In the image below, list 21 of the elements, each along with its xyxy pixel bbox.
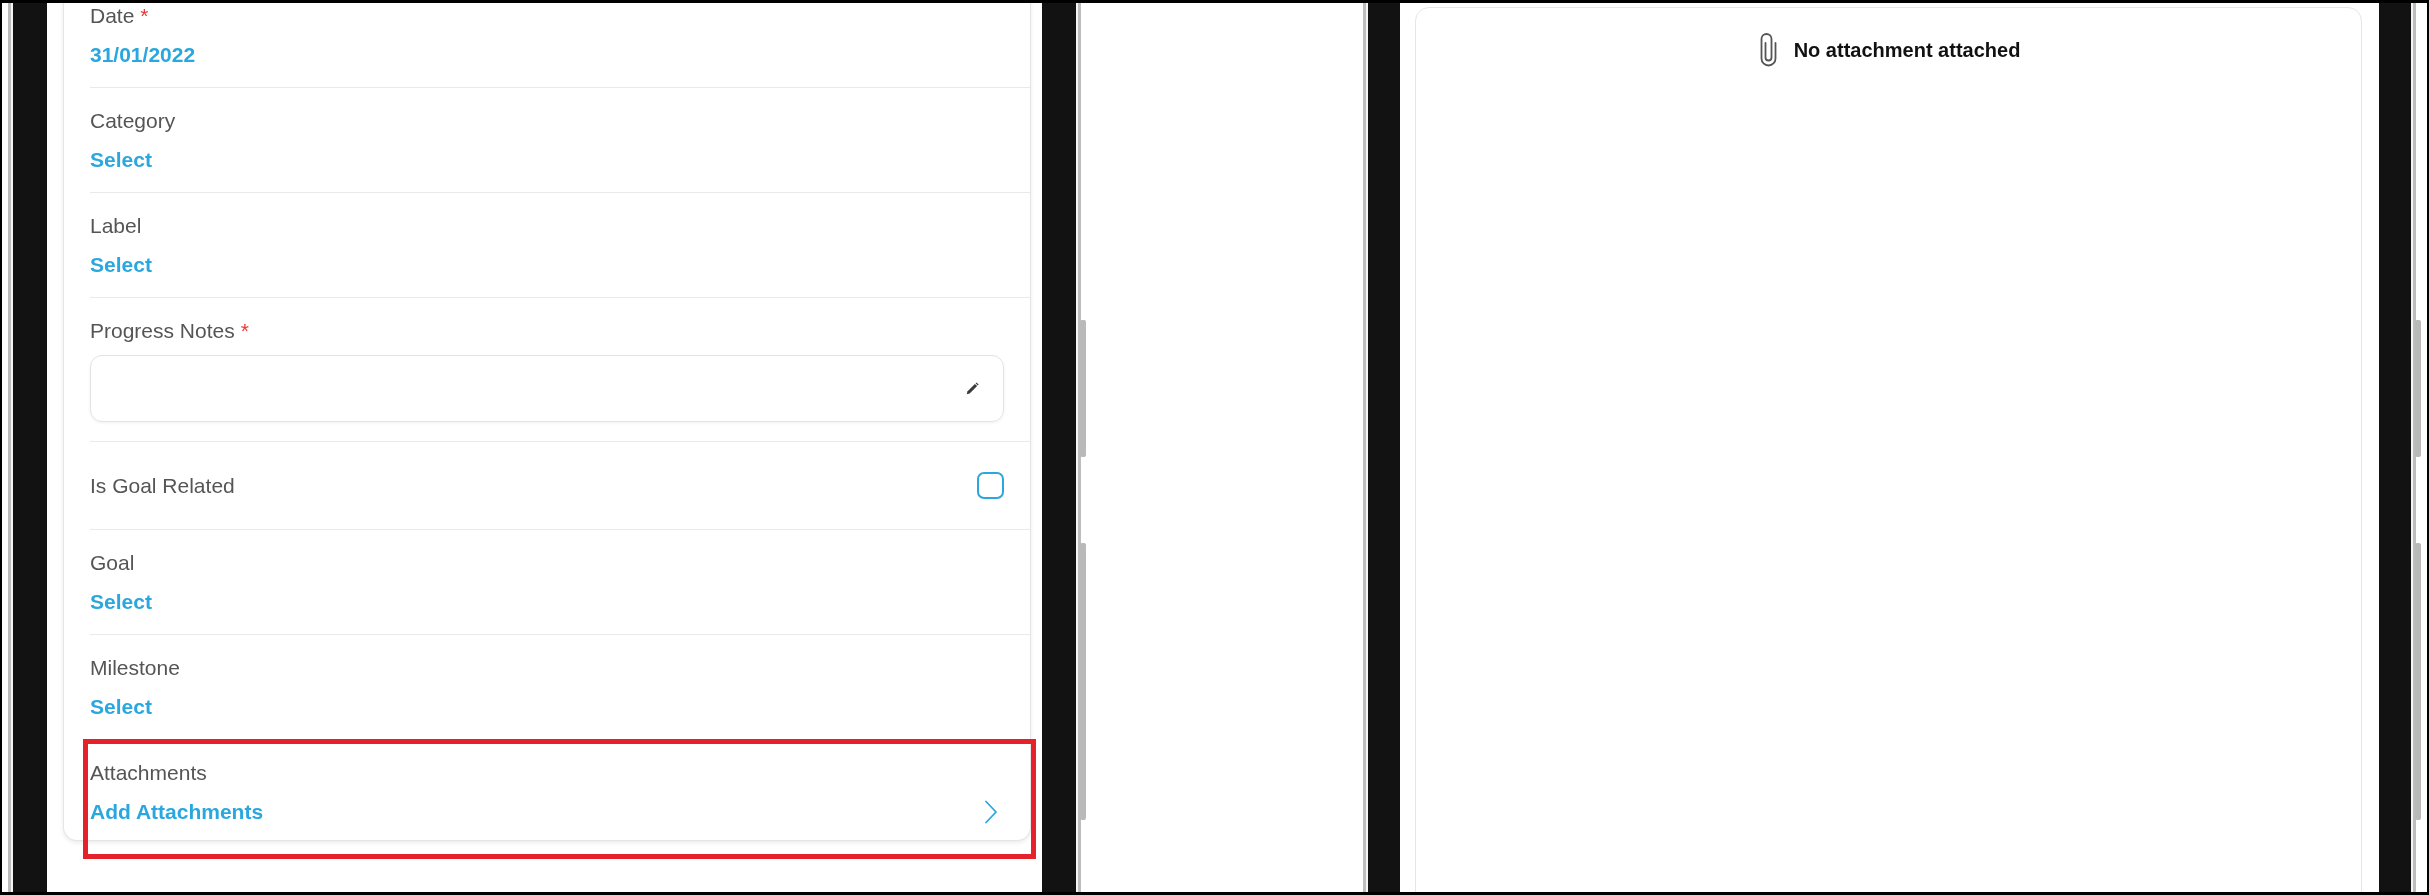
field-label: Label [90, 213, 142, 239]
field-label: Milestone [90, 655, 180, 681]
required-mark: * [140, 3, 149, 29]
select-link[interactable]: Select [90, 694, 152, 720]
field-label: Date [90, 3, 135, 29]
field-label: Category [90, 108, 176, 134]
add-attachments-link[interactable]: Add Attachments [90, 799, 264, 825]
empty-message: No attachment attached [1793, 37, 2021, 63]
field-label: Is Goal Related [90, 472, 235, 499]
pencil-icon [966, 382, 979, 395]
checkbox[interactable] [977, 472, 1004, 499]
required-mark: * [240, 318, 249, 344]
field-label: Progress Notes [90, 318, 235, 344]
field-label: Attachments [90, 760, 207, 786]
date-value[interactable]: 31/01/2022 [90, 42, 196, 68]
select-link[interactable]: Select [90, 147, 152, 173]
select-link[interactable]: Select [90, 252, 152, 278]
chevron-right-icon[interactable] [984, 800, 998, 824]
notes-input-field[interactable] [90, 355, 1004, 422]
select-link[interactable]: Select [90, 589, 152, 615]
field-label: Goal [90, 550, 135, 576]
